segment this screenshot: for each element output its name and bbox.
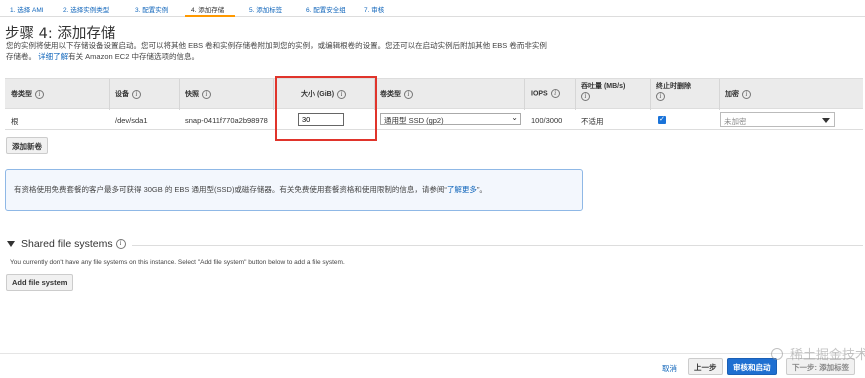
notice-suffix: ”。: [476, 185, 487, 194]
tab-configure-security-group[interactable]: 6. 配置安全组: [306, 4, 346, 14]
info-icon[interactable]: i: [550, 89, 560, 98]
chevron-down-icon: ⌄: [511, 113, 518, 122]
caret-down-icon: [7, 241, 15, 248]
info-icon[interactable]: i: [115, 239, 126, 250]
info-icon[interactable]: i: [742, 89, 751, 99]
storage-table-header: 卷类型 i 设备 i 快照 i 大小 (GiB) i 卷类型 i IOPS i 吞吐量 (M…: [5, 78, 863, 110]
tab-choose-ami[interactable]: 1. 选择 AMI: [10, 4, 44, 14]
header-device: 设备 i: [115, 89, 141, 99]
caret-down-icon: [822, 118, 830, 123]
notice-text: 有资格使用免费套餐的客户最多可获得 30GB 的 EBS 通用型(SSD)或磁存…: [14, 185, 447, 194]
add-volume-button[interactable]: 添加新卷: [6, 137, 48, 154]
header-iops: IOPS i: [531, 89, 560, 98]
info-icon[interactable]: i: [202, 89, 211, 99]
cell-iops: 100/3000: [531, 116, 563, 125]
page-description: 您的实例将使用以下存储设备设置启动。您可以将其他 EBS 卷和实例存储卷附加到您…: [6, 40, 606, 62]
info-icon[interactable]: i: [581, 92, 590, 101]
watermark-logo: [771, 348, 783, 360]
cancel-link[interactable]: 取消: [662, 363, 677, 374]
cell-volume-type: 根: [11, 117, 19, 126]
cell-throughput: 不适用: [581, 117, 604, 126]
free-tier-notice: 有资格使用免费套餐的客户最多可获得 30GB 的 EBS 通用型(SSD)或磁存…: [5, 169, 583, 211]
highlight-box: [275, 76, 377, 141]
tab-choose-instance-type[interactable]: 2. 选择实例类型: [63, 4, 109, 14]
cell-snapshot: snap-0411f770a2b98978: [185, 116, 268, 125]
shared-fs-description: You currently don't have any file system…: [10, 259, 345, 266]
info-icon[interactable]: i: [35, 89, 44, 99]
header-volume-type: 卷类型 i: [11, 89, 44, 99]
tab-configure-instance[interactable]: 3. 配置实例: [135, 4, 168, 14]
table-row: 根 /dev/sda1 snap-0411f770a2b98978 通用型 SS…: [5, 110, 863, 130]
header-snapshot: 快照 i: [185, 89, 211, 99]
active-tab-indicator: [185, 15, 235, 17]
tab-add-tags[interactable]: 5. 添加标签: [249, 4, 282, 14]
volume-type-select[interactable]: 通用型 SSD (gp2) ⌄: [380, 113, 521, 125]
tab-review[interactable]: 7. 审核: [364, 4, 384, 14]
info-icon[interactable]: i: [656, 92, 665, 101]
previous-button[interactable]: 上一步: [688, 358, 723, 375]
delete-on-termination-checkbox[interactable]: ✓: [658, 116, 666, 124]
shared-file-systems-toggle[interactable]: Shared file systems i: [7, 238, 126, 250]
info-icon[interactable]: i: [132, 89, 141, 99]
notice-learn-more-link[interactable]: 了解更多: [447, 185, 477, 194]
wizard-tabs: 1. 选择 AMI 2. 选择实例类型 3. 配置实例 4. 添加存储 5. 添…: [0, 0, 865, 17]
learn-more-link[interactable]: 详细了解: [38, 52, 68, 61]
divider: [0, 353, 865, 354]
header-volume-kind: 卷类型 i: [380, 89, 413, 99]
description-line1: 您的实例将使用以下存储设备设置启动。您可以将其他 EBS 卷和实例存储卷附加到您…: [6, 41, 547, 50]
add-file-system-button[interactable]: Add file system: [6, 274, 74, 291]
description-line2-suffix: 有关 Amazon EC2 中存储选项的信息。: [68, 52, 199, 61]
review-and-launch-button[interactable]: 审核和启动: [727, 358, 777, 375]
header-encryption: 加密 i: [725, 89, 751, 99]
tab-add-storage[interactable]: 4. 添加存储: [191, 4, 224, 14]
watermark: 稀土掘金技术社区: [790, 348, 865, 363]
encryption-select[interactable]: 未加密: [720, 112, 835, 127]
description-line2-prefix: 存储卷。: [6, 52, 36, 61]
divider: [132, 245, 863, 246]
header-delete-on-termination: 终止时删除 i: [656, 83, 691, 101]
header-throughput: 吞吐量 (MB/s) i: [581, 83, 626, 101]
cell-device: /dev/sda1: [115, 116, 148, 125]
info-icon[interactable]: i: [404, 89, 413, 99]
